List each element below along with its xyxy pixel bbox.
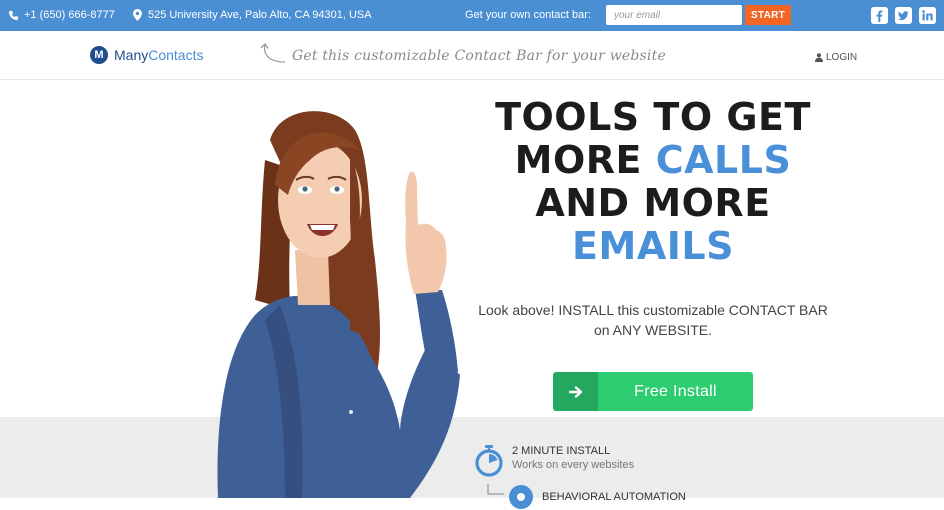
headline-line-2a: MORE xyxy=(514,138,656,182)
headline-calls: CALLS xyxy=(655,138,792,182)
headline-line-1: TOOLS TO GET xyxy=(495,95,811,139)
gear-icon xyxy=(509,485,533,509)
login-link[interactable]: LOGIN xyxy=(815,52,857,63)
twitter-icon[interactable] xyxy=(895,7,912,24)
hero-gray-band xyxy=(0,417,944,498)
user-icon xyxy=(815,53,823,62)
stopwatch-icon xyxy=(475,445,503,477)
phone-icon xyxy=(8,10,19,20)
logo-text-many: Many xyxy=(114,47,149,63)
curved-arrow-icon xyxy=(260,42,286,63)
connector-line-icon xyxy=(487,484,504,495)
arrow-right-icon xyxy=(553,372,598,411)
contact-bar-cta: Get your own contact bar: xyxy=(465,9,591,21)
free-install-label: Free Install xyxy=(598,372,753,411)
feature-install-title: 2 MINUTE INSTALL xyxy=(512,445,611,457)
feature-automation: BEHAVIORAL AUTOMATION xyxy=(486,484,686,510)
headline-emails: EMAILS xyxy=(572,224,734,268)
feature-install: 2 MINUTE INSTALL Works on every websites xyxy=(474,445,634,477)
address-text: 525 University Ave, Palo Alto, CA 94301,… xyxy=(148,9,372,21)
site-header: M ManyContacts Get this customizable Con… xyxy=(0,31,944,80)
linkedin-icon[interactable] xyxy=(919,7,936,24)
feature-install-desc: Works on every websites xyxy=(512,459,635,471)
phone-number: +1 (650) 666-8777 xyxy=(24,9,115,21)
headline-line-3: AND MORE xyxy=(535,181,771,225)
feature-automation-title: BEHAVIORAL AUTOMATION xyxy=(542,491,686,503)
hero-woman-image xyxy=(217,111,460,498)
hero-headline: TOOLS TO GET MORE CALLS AND MORE EMAILS xyxy=(470,96,836,268)
facebook-icon[interactable] xyxy=(871,7,888,24)
logo-text-contacts: Contacts xyxy=(148,47,204,63)
free-install-button[interactable]: Free Install xyxy=(553,372,753,411)
login-label: LOGIN xyxy=(826,52,858,63)
logo[interactable]: M ManyContacts xyxy=(90,46,203,64)
address-contact[interactable]: 525 University Ave, Palo Alto, CA 94301,… xyxy=(133,9,372,21)
phone-contact[interactable]: +1 (650) 666-8777 xyxy=(8,9,115,21)
header-tagline: Get this customizable Contact Bar for yo… xyxy=(292,48,666,64)
start-button[interactable]: START xyxy=(745,5,791,25)
hero-subline: Look above! INSTALL this customizable CO… xyxy=(478,302,828,338)
contact-bar: +1 (650) 666-8777 525 University Ave, Pa… xyxy=(0,0,944,31)
logo-icon: M xyxy=(90,46,108,64)
map-pin-icon xyxy=(133,9,142,21)
email-field[interactable] xyxy=(606,5,742,25)
